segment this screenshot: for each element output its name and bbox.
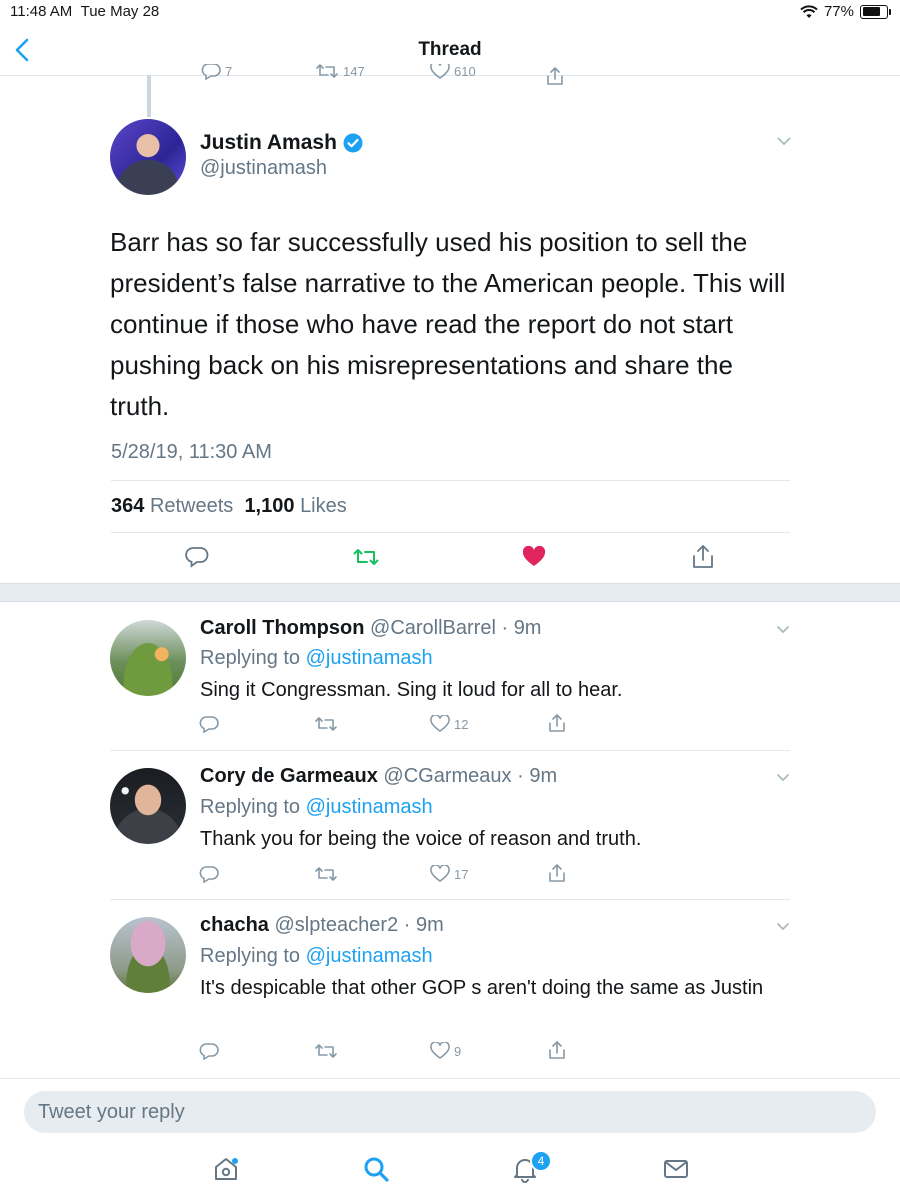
date: Tue May 28 [80, 3, 160, 20]
status-bar: 11:48 AM Tue May 28 77% [0, 0, 900, 26]
retweet-button[interactable]: 147 [315, 64, 365, 80]
reply-input[interactable] [24, 1091, 876, 1133]
reply-header: Cory de Garmeaux @CGarmeaux · 9m [200, 765, 557, 788]
display-name[interactable]: chacha [200, 914, 269, 936]
retweets-count: 364 [111, 495, 145, 517]
home-icon[interactable] [212, 1155, 240, 1183]
tweet-stats: 364 Retweets 1,100 Likes [111, 480, 790, 533]
clock: 11:48 AM [10, 3, 73, 20]
share-button[interactable] [547, 863, 567, 883]
mention-link[interactable]: @justinamash [306, 945, 433, 967]
reply-time: 9m [415, 914, 444, 936]
reply-time: 9m [513, 617, 542, 639]
like-count: 9 [454, 1043, 462, 1059]
page-title: Thread [418, 39, 482, 60]
share-icon[interactable] [691, 543, 715, 569]
dot-separator: · [398, 914, 416, 936]
handle[interactable]: @CGarmeaux [383, 765, 511, 787]
reply-tweet[interactable]: Caroll Thompson @CarollBarrel · 9m Reply… [0, 605, 900, 751]
reply-tweet[interactable]: chacha @slpteacher2 · 9m Replying to @ju… [0, 900, 900, 1078]
reply-button[interactable] [199, 1042, 219, 1060]
likes-label: Likes [300, 495, 347, 517]
retweet-button[interactable] [314, 865, 338, 883]
handle[interactable]: @slpteacher2 [275, 914, 399, 936]
replying-to: Replying to @justinamash [200, 796, 433, 819]
reply-button[interactable] [199, 865, 219, 883]
display-name[interactable]: Caroll Thompson [200, 617, 364, 639]
reply-count: 7 [225, 64, 233, 79]
share-button[interactable] [545, 66, 565, 86]
status-right: 77% [800, 3, 891, 20]
retweets-label: Retweets [149, 495, 234, 517]
thread-connector [147, 75, 151, 117]
avatar[interactable] [110, 768, 186, 844]
battery-percent: 77% [823, 3, 854, 20]
wifi-icon [800, 4, 818, 19]
messages-icon[interactable] [662, 1155, 690, 1183]
notifications-badge: 4 [530, 1150, 552, 1172]
share-button[interactable] [547, 713, 567, 733]
mention-link[interactable]: @justinamash [306, 796, 433, 818]
avatar[interactable] [110, 119, 186, 195]
reply-text: Sing it Congressman. Sing it loud for al… [200, 679, 623, 701]
like-count: 610 [454, 64, 476, 79]
author-name[interactable]: Justin Amash [200, 131, 363, 155]
replying-prefix: Replying to [200, 647, 301, 669]
like-button[interactable]: 610 [430, 64, 476, 80]
share-button[interactable] [547, 1040, 567, 1060]
replying-to: Replying to @justinamash [200, 647, 433, 670]
mention-link[interactable]: @justinamash [306, 647, 433, 669]
chevron-down-icon[interactable] [776, 922, 790, 931]
replying-to: Replying to @justinamash [200, 945, 433, 968]
like-icon[interactable] [522, 546, 546, 568]
tweet-timestamp: 5/28/19, 11:30 AM [111, 441, 272, 463]
chevron-down-icon[interactable] [776, 625, 790, 634]
dot-separator: · [495, 617, 514, 639]
reply-time: 9m [529, 765, 558, 787]
reply-text: Thank you for being the voice of reason … [200, 828, 642, 850]
retweets-stat[interactable]: 364 Retweets [111, 495, 233, 517]
like-button[interactable]: 17 [430, 865, 468, 883]
like-count: 17 [454, 866, 469, 882]
display-name[interactable]: Cory de Garmeaux [200, 765, 378, 787]
chevron-down-icon[interactable] [776, 773, 790, 782]
retweet-count: 147 [343, 64, 365, 79]
avatar[interactable] [110, 620, 186, 696]
chevron-down-icon[interactable] [776, 136, 792, 146]
like-count: 12 [454, 716, 469, 732]
reply-composer [0, 1078, 900, 1201]
retweet-button[interactable] [314, 715, 338, 733]
avatar[interactable] [110, 917, 186, 993]
author-handle[interactable]: @justinamash [200, 157, 327, 180]
verified-badge-icon [343, 133, 363, 153]
like-button[interactable]: 12 [430, 715, 468, 733]
handle[interactable]: @CarollBarrel [370, 617, 496, 639]
reply-tweet[interactable]: Cory de Garmeaux @CGarmeaux · 9m Replyin… [0, 751, 900, 901]
display-name: Justin Amash [200, 131, 337, 154]
retweet-button[interactable] [314, 1042, 338, 1060]
status-time: 11:48 AM Tue May 28 [10, 3, 159, 20]
reply-header: Caroll Thompson @CarollBarrel · 9m [200, 617, 541, 640]
replying-prefix: Replying to [200, 945, 301, 967]
likes-count: 1,100 [244, 495, 295, 517]
reply-button[interactable] [199, 715, 219, 733]
replying-prefix: Replying to [200, 796, 301, 818]
previous-tweet-actions: 7 147 610 [195, 64, 575, 88]
reply-button[interactable]: 7 [201, 64, 232, 80]
dot-separator: · [511, 765, 530, 787]
reply-header: chacha @slpteacher2 · 9m [200, 914, 444, 937]
retweet-button[interactable] [352, 546, 380, 568]
tweet-text: Barr has so far successfully used his po… [110, 227, 786, 421]
like-button[interactable]: 9 [430, 1042, 461, 1060]
section-divider [0, 583, 900, 602]
battery-icon [860, 4, 891, 19]
search-icon[interactable] [362, 1155, 390, 1183]
reply-button[interactable] [185, 545, 209, 569]
reply-text: It's despicable that other GOP s aren't … [200, 977, 764, 999]
likes-stat[interactable]: 1,100 Likes [244, 495, 346, 517]
